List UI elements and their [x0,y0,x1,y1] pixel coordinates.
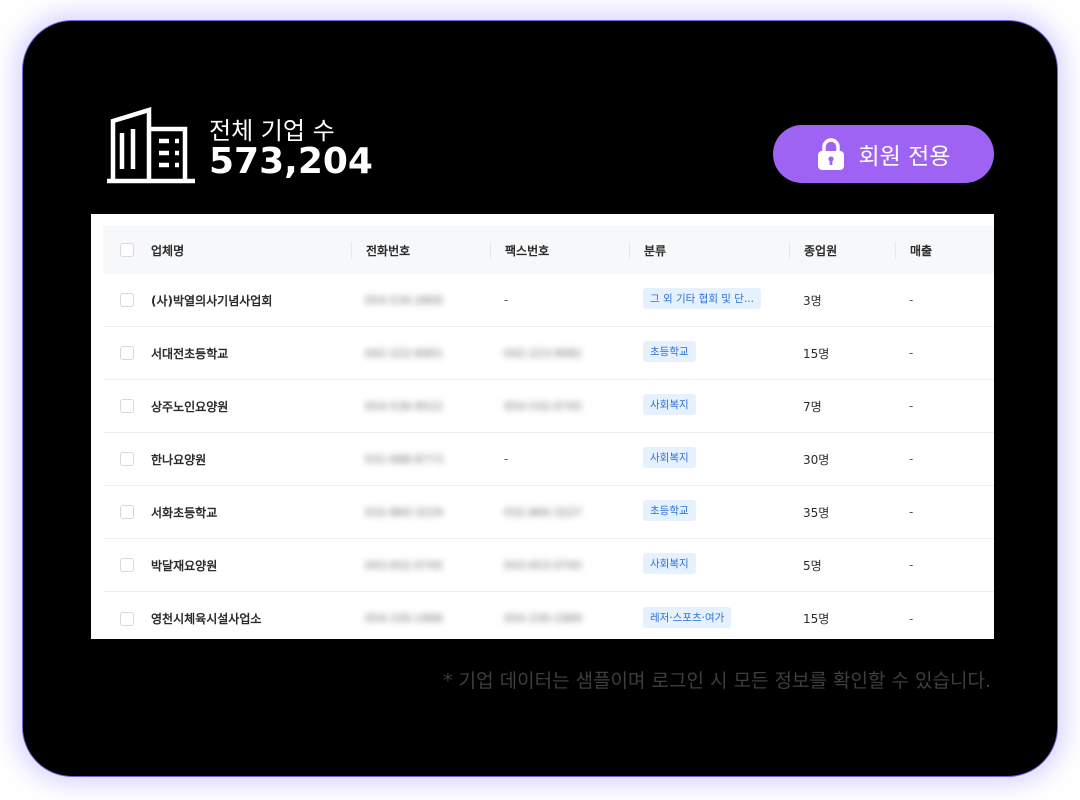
sales-value: - [909,293,914,307]
company-fax: 043-653-0745 [504,558,582,572]
company-fax: 054-330-1969 [504,612,582,625]
company-fax: - [504,452,509,466]
sales-value: - [909,452,914,466]
table-row[interactable]: 서화초등학교 032-860-3229 032-860-3227 초등학교 35… [103,486,994,539]
lock-icon [817,138,844,170]
table-row[interactable]: 영천시체육시설사업소 054-330-1966 054-330-1969 레저·… [103,592,994,639]
table-row[interactable]: 한나요양원 031-688-8773 - 사회복지 30명 - [103,433,994,486]
column-header-category: 분류 [629,241,789,259]
table-header: 업체명 전화번호 팩스번호 분류 종업원 매출 [103,226,994,274]
row-checkbox[interactable] [120,293,134,307]
row-checkbox[interactable] [120,346,134,360]
building-icon [107,107,195,184]
column-header-sales: 매출 [895,241,994,259]
employee-count: 7명 [803,399,822,414]
members-only-button[interactable]: 회원 전용 [773,125,994,183]
company-fax: 054-532-0745 [504,399,582,413]
company-name: 박달재요양원 [151,558,218,573]
company-phone: 032-860-3229 [365,505,443,519]
table-row[interactable]: (사)박열의사기념사업회 054-534-2800 - 그 외 기타 협회 및 … [103,274,994,327]
select-all-checkbox[interactable] [120,243,134,257]
category-tag: 사회복지 [643,394,696,415]
company-phone: 054-330-1966 [365,612,443,625]
employee-count: 3명 [803,293,822,308]
sample-data-footnote: * 기업 데이터는 샘플이며 로그인 시 모든 정보를 확인할 수 있습니다. [443,670,991,692]
members-only-label: 회원 전용 [858,144,951,170]
company-name: 상주노인요양원 [151,399,229,414]
category-tag: 그 외 기타 협회 및 단... [643,288,761,309]
category-tag: 레저·스포츠·여가 [643,606,732,628]
employee-count: 30명 [803,452,830,467]
category-tag: 사회복지 [643,553,696,574]
company-name: (사)박열의사기념사업회 [151,293,273,308]
row-checkbox[interactable] [120,611,134,626]
employee-count: 15명 [803,346,830,361]
promo-card: 전체 기업 수 573,204 회원 전용 업체명 전화번호 팩스번호 분류 종… [22,20,1058,777]
category-tag: 초등학교 [643,500,696,521]
row-checkbox[interactable] [120,505,134,519]
sales-value: - [909,558,914,572]
company-name: 영천시체육시설사업소 [151,612,262,626]
company-name: 한나요양원 [151,452,207,467]
column-header-name: 업체명 [151,243,185,258]
company-phone: 054-536-9522 [365,399,443,413]
company-fax: 042-223-9082 [504,346,582,360]
employee-count: 5명 [803,558,822,573]
company-name: 서화초등학교 [151,505,218,520]
column-header-employees: 종업원 [789,241,895,259]
total-companies-count: 573,204 [209,141,373,182]
company-name: 서대전초등학교 [151,346,229,361]
company-fax: - [504,293,509,307]
sales-value: - [909,505,914,519]
row-checkbox[interactable] [120,558,134,572]
table-row[interactable]: 서대전초등학교 042-222-6901 042-223-9082 초등학교 1… [103,327,994,380]
company-table: 업체명 전화번호 팩스번호 분류 종업원 매출 (사)박열의사기념사업회 054… [91,214,994,639]
employee-count: 35명 [803,505,830,520]
employee-count: 15명 [803,612,830,626]
company-fax: 032-860-3227 [504,505,582,519]
table-row[interactable]: 박달재요양원 043-652-0745 043-653-0745 사회복지 5명… [103,539,994,592]
sales-value: - [909,611,914,626]
column-header-fax: 팩스번호 [490,241,629,259]
category-tag: 초등학교 [643,341,696,362]
row-checkbox[interactable] [120,399,134,413]
row-checkbox[interactable] [120,452,134,466]
sales-value: - [909,346,914,360]
company-phone: 043-652-0745 [365,558,443,572]
company-phone: 031-688-8773 [365,452,443,466]
company-phone: 042-222-6901 [365,346,443,360]
sales-value: - [909,399,914,413]
category-tag: 사회복지 [643,447,696,468]
company-phone: 054-534-2800 [365,293,443,307]
column-header-phone: 전화번호 [351,241,490,259]
table-row[interactable]: 상주노인요양원 054-536-9522 054-532-0745 사회복지 7… [103,380,994,433]
